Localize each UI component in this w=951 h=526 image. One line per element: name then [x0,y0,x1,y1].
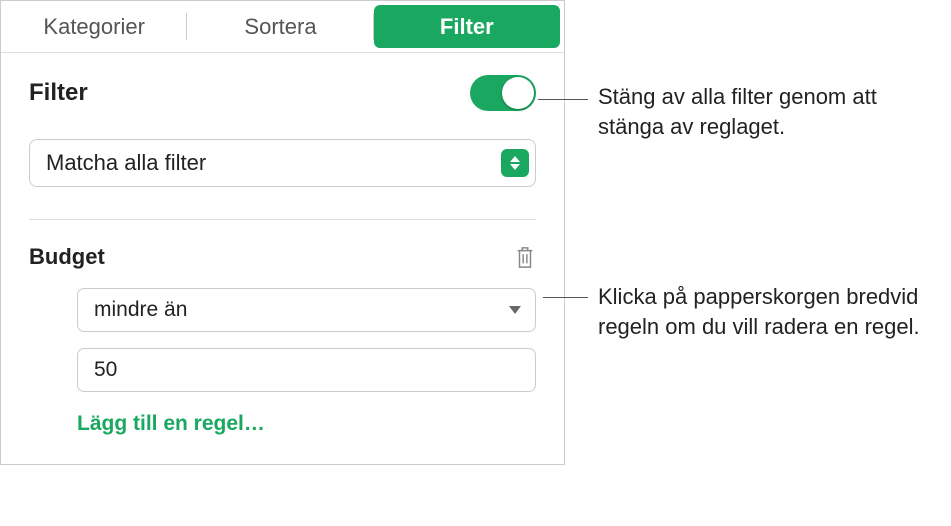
filter-title: Filter [29,79,88,107]
tab-categories[interactable]: Kategorier [1,1,187,52]
annotation-trash: Klicka på papperskorgen bredvid regeln o… [598,282,948,341]
tab-filter[interactable]: Filter [374,5,560,48]
tab-label: Kategorier [43,14,145,40]
match-mode-select[interactable]: Matcha alla filter [29,139,536,187]
filter-panel: Kategorier Sortera Filter Filter Matcha … [0,0,565,465]
value-input[interactable] [77,348,536,392]
condition-select[interactable]: mindre än [77,288,536,332]
tab-sort[interactable]: Sortera [187,1,373,52]
annotation-leader [538,99,588,100]
rule-header: Budget [29,244,536,270]
toggle-knob [502,77,534,109]
annotation-toggle: Stäng av alla filter genom att stänga av… [598,82,948,141]
tab-bar: Kategorier Sortera Filter [1,1,564,53]
annotation-leader [543,297,588,298]
tab-label: Filter [440,14,494,40]
updown-icon [501,149,529,177]
chevron-down-icon [509,306,521,314]
rule-name: Budget [29,244,105,270]
panel-content: Filter Matcha alla filter Budget mindre … [1,53,564,464]
match-mode-label: Matcha alla filter [46,150,206,176]
tab-label: Sortera [244,14,316,40]
filter-toggle[interactable] [470,75,536,111]
trash-icon[interactable] [514,244,536,270]
condition-label: mindre än [94,298,187,322]
rule-body: mindre än Lägg till en regel… [29,288,536,436]
add-rule-link[interactable]: Lägg till en regel… [77,412,536,436]
divider [29,219,536,220]
filter-header: Filter [29,75,536,111]
